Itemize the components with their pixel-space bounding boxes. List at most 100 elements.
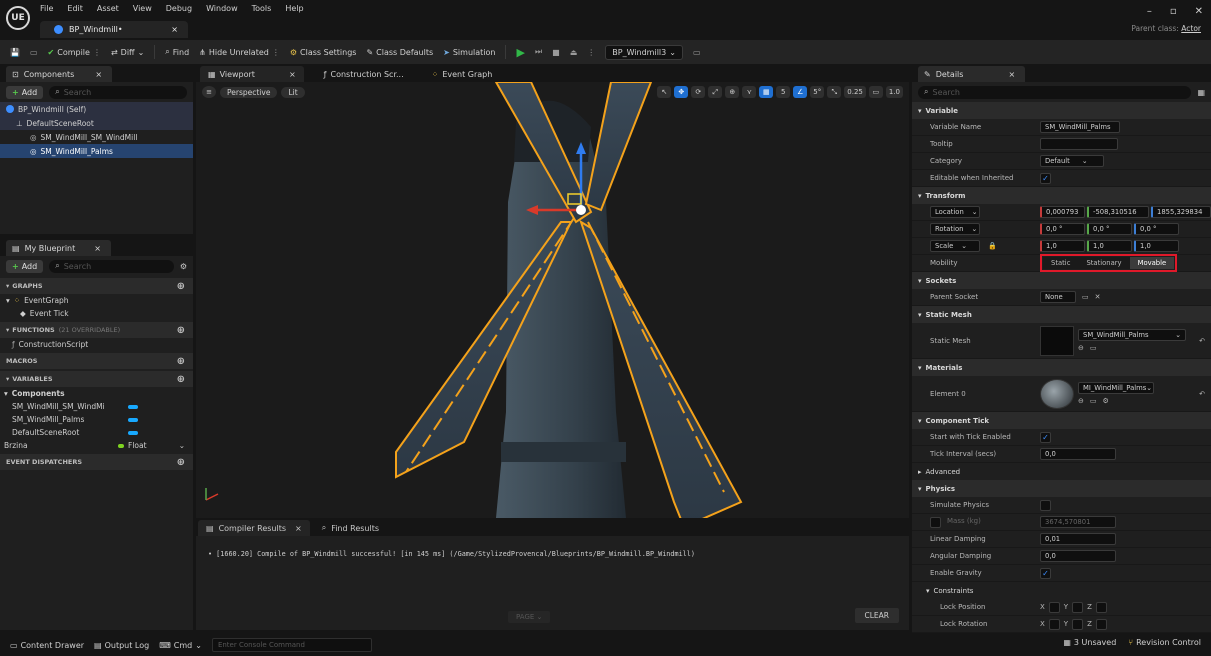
graphs-category[interactable]: ▾ GRAPHS ⊕ (0, 278, 193, 294)
section-sockets[interactable]: ▾ Sockets (912, 272, 1211, 289)
rotation-mode-dropdown[interactable]: Rotation ⌄ (930, 223, 1040, 235)
class-settings-button[interactable]: ⚙ Class Settings (290, 48, 357, 57)
close-tab-icon[interactable]: × (289, 70, 296, 79)
variable-brzina[interactable]: Brzina Float ⌄ (0, 439, 193, 452)
use-selected-icon[interactable]: ⊖ (1078, 397, 1084, 405)
angle-snap-value[interactable]: 5° (810, 86, 825, 98)
menu-window[interactable]: Window (206, 4, 238, 13)
chevron-down-icon[interactable]: ⌄ (179, 441, 185, 450)
scale-z-input[interactable]: 1,0 (1134, 240, 1179, 252)
save-icon[interactable]: 💾 (10, 48, 20, 57)
parent-class-link[interactable]: Actor (1181, 24, 1201, 33)
variables-category[interactable]: ▾ VARIABLES ⊕ (0, 371, 193, 387)
my-blueprint-search-input[interactable]: ⌕ Search (49, 259, 174, 273)
browse-icon[interactable]: ▭ (1090, 397, 1097, 405)
revision-control-button[interactable]: ⑂ Revision Control (1128, 638, 1201, 647)
material-dropdown[interactable]: MI_WindMill_Palms ⌄ (1078, 382, 1154, 394)
viewport[interactable]: ≡ Perspective Lit ↖ ✥ ⟳ ⤢ ⊕ ⋎ ▦ 5 ∠ 5° ⤡… (196, 82, 909, 518)
section-materials[interactable]: ▾ Materials (912, 359, 1211, 376)
view-options-icon[interactable]: ▦ (1197, 88, 1205, 97)
find-button[interactable]: ⌕ Find (165, 47, 189, 57)
surface-snap-icon[interactable]: ⋎ (742, 86, 757, 98)
tab-event-graph[interactable]: ⁘ Event Graph (424, 66, 501, 82)
cmd-dropdown[interactable]: ⌨ Cmd ⌄ (159, 641, 202, 650)
rotation-y-input[interactable]: 0,0 ° (1087, 223, 1132, 235)
lock-rotation-y-checkbox[interactable] (1072, 618, 1084, 630)
tooltip-input[interactable] (1040, 138, 1118, 150)
add-member-button[interactable]: + Add (6, 259, 44, 273)
lock-rotation-x-checkbox[interactable] (1048, 618, 1060, 630)
tick-interval-input[interactable]: 0,0 (1040, 448, 1116, 460)
stop-icon[interactable]: ■ (552, 48, 560, 57)
gizmo-pivot[interactable] (576, 205, 586, 215)
menu-asset[interactable]: Asset (97, 4, 119, 13)
compile-options-icon[interactable]: ⋮ (93, 48, 101, 57)
add-dispatcher-icon[interactable]: ⊕ (177, 457, 185, 468)
minimize-icon[interactable]: – (1147, 6, 1152, 17)
tab-compiler-results[interactable]: ▤ Compiler Results × (198, 520, 310, 536)
class-defaults-button[interactable]: ✎ Class Defaults (366, 48, 433, 57)
mass-override-checkbox[interactable] (930, 516, 941, 528)
close-tab-icon[interactable]: × (171, 25, 178, 34)
macros-category[interactable]: MACROS ⊕ (0, 353, 193, 369)
event-graph-item[interactable]: ▾ ⁘ EventGraph (0, 294, 193, 307)
static-mesh-dropdown[interactable]: SM_WindMill_Palms ⌄ (1078, 329, 1186, 341)
tab-find-results[interactable]: ⌕ Find Results (314, 520, 387, 536)
console-command-input[interactable]: Enter Console Command (211, 638, 372, 652)
use-selected-icon[interactable]: ⊖ (1078, 344, 1084, 352)
variable-item[interactable]: SM_WindMill_Palms (0, 413, 193, 426)
variable-name-input[interactable]: SM_WindMill_Palms (1040, 121, 1120, 133)
event-dispatchers-category[interactable]: EVENT DISPATCHERS ⊕ (0, 454, 193, 470)
menu-tools[interactable]: Tools (252, 4, 272, 13)
add-variable-icon[interactable]: ⊕ (177, 374, 185, 385)
rotation-x-input[interactable]: 0,0 ° (1040, 223, 1085, 235)
location-x-input[interactable]: 0,000793 (1040, 206, 1085, 218)
close-tab-icon[interactable]: × (295, 524, 302, 533)
rotation-z-input[interactable]: 0,0 ° (1134, 223, 1179, 235)
play-options-icon[interactable]: ⋮ (587, 48, 595, 57)
menu-help[interactable]: Help (285, 4, 303, 13)
simulate-physics-checkbox[interactable] (1040, 499, 1051, 511)
simulation-button[interactable]: ➤ Simulation (443, 48, 495, 57)
menu-view[interactable]: View (133, 4, 152, 13)
section-component-tick[interactable]: ▾ Component Tick (912, 412, 1211, 429)
unsaved-button[interactable]: ▦ 3 Unsaved (1063, 638, 1116, 647)
mobility-stationary-button[interactable]: Stationary (1078, 257, 1130, 269)
compile-button[interactable]: ✔ Compile ⋮ (48, 48, 101, 57)
location-y-input[interactable]: -508,310516 (1087, 206, 1149, 218)
add-macro-icon[interactable]: ⊕ (177, 356, 185, 367)
select-mode-icon[interactable]: ↖ (657, 86, 672, 98)
diff-button[interactable]: ⇄ Diff ⌄ (111, 48, 144, 57)
viewport-options-icon[interactable]: ≡ (202, 86, 216, 98)
section-advanced[interactable]: ▸ Advanced (912, 463, 1211, 480)
section-constraints[interactable]: ▾ Constraints (912, 582, 1211, 599)
component-windmill-mesh[interactable]: ◎ SM_WindMill_SM_WindMill (0, 130, 193, 144)
rotate-icon[interactable]: ⟳ (691, 86, 706, 98)
category-dropdown[interactable]: Default ⌄ (1040, 155, 1104, 167)
linear-damping-input[interactable]: 0,01 (1040, 533, 1116, 545)
close-tab-icon[interactable]: × (1008, 70, 1015, 79)
variable-item[interactable]: DefaultSceneRoot (0, 426, 193, 439)
component-default-scene-root[interactable]: ⊥ DefaultSceneRoot (0, 116, 193, 130)
camera-speed-value[interactable]: 1.0 (885, 86, 903, 98)
location-mode-dropdown[interactable]: Location ⌄ (930, 206, 1040, 218)
translate-icon[interactable]: ✥ (674, 86, 689, 98)
location-z-input[interactable]: 1855,329834 (1151, 206, 1211, 218)
clear-button[interactable]: CLEAR (854, 608, 899, 623)
grid-snap-icon[interactable]: ▦ (759, 86, 774, 98)
add-graph-icon[interactable]: ⊕ (177, 281, 185, 292)
section-variable[interactable]: ▾ Variable (912, 102, 1211, 119)
component-windmill-palms[interactable]: ◎ SM_WindMill_Palms (0, 144, 193, 158)
close-window-icon[interactable]: ✕ (1195, 6, 1203, 17)
components-group[interactable]: ▾ Components (0, 387, 193, 400)
perspective-button[interactable]: Perspective (220, 86, 278, 98)
close-tab-icon[interactable]: × (94, 244, 101, 253)
scale-mode-dropdown[interactable]: Scale ⌄ 🔒 (930, 240, 1040, 252)
components-tab[interactable]: ⊡ Components × (6, 66, 113, 82)
angular-damping-input[interactable]: 0,0 (1040, 550, 1116, 562)
reset-icon[interactable]: ↶ (1199, 390, 1205, 398)
static-mesh-thumbnail[interactable] (1040, 325, 1074, 356)
enable-gravity-checkbox[interactable]: ✓ (1040, 567, 1051, 579)
details-tab[interactable]: ✎ Details × (918, 66, 1026, 82)
scale-y-input[interactable]: 1,0 (1087, 240, 1132, 252)
